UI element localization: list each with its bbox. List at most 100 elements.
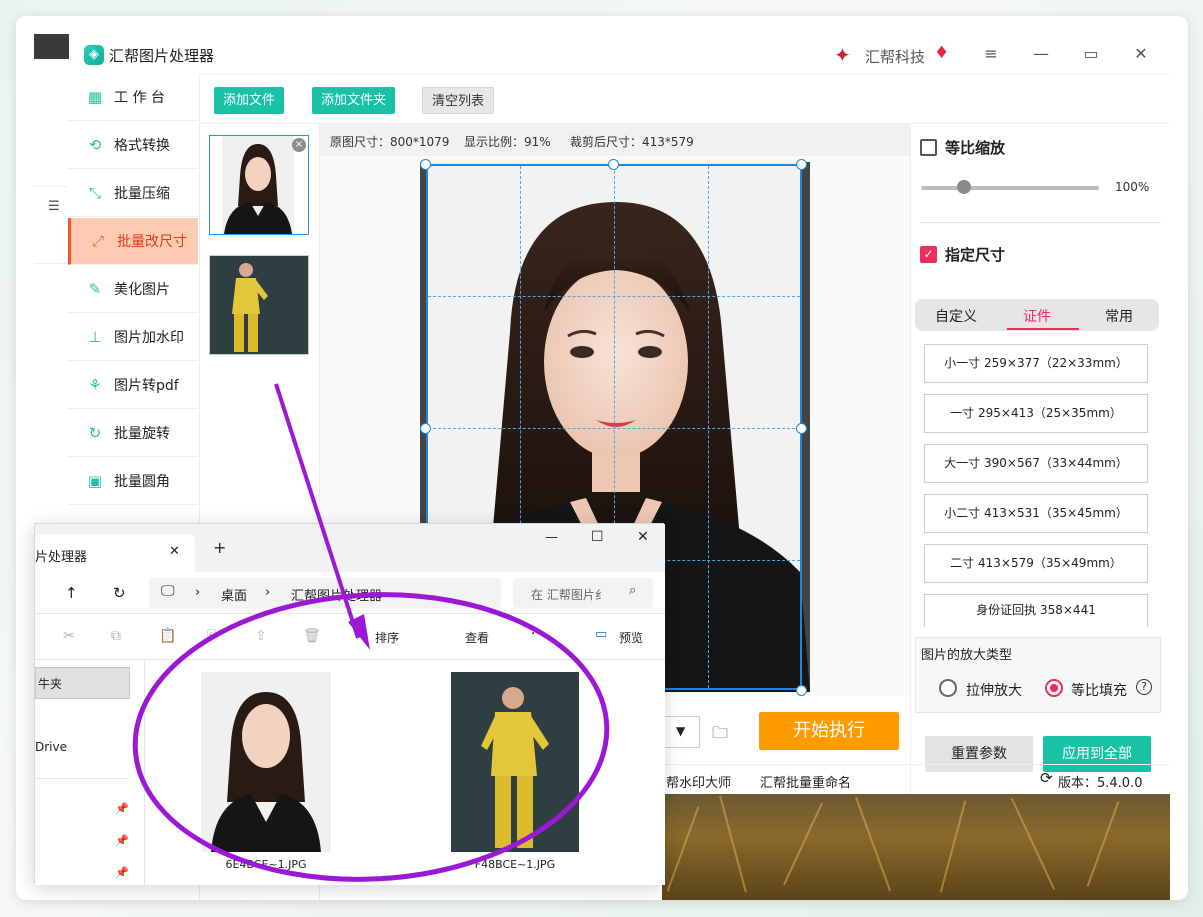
banner-image [662,794,1170,900]
tab-custom[interactable]: 自定义 [935,306,977,326]
chevron-down-icon[interactable]: ▼ [676,724,685,738]
view-button[interactable]: 查看 [465,629,489,646]
pin-icon[interactable]: 📌 [115,802,129,815]
list-icon[interactable]: ☰ [48,199,60,214]
size-option-id-receipt[interactable]: 身份证回执 358×441 [924,594,1148,627]
proportional-checkbox[interactable] [920,139,937,156]
crop-handle[interactable] [796,685,807,696]
close-button[interactable]: ✕ [1130,43,1152,65]
proportional-fill-radio[interactable] [1045,679,1063,697]
proportional-fill-label: 等比填充 [1071,683,1127,699]
file-name: F48BCE~1.JPG [474,858,556,871]
stretch-radio[interactable] [939,679,957,697]
size-option-1inch[interactable]: 一寸 295×413（25×35mm） [924,394,1148,433]
breadcrumb[interactable]: 🖵 › 桌面 › 汇帮图片处理器 [149,578,501,608]
nav-item-drive[interactable]: Drive [35,740,67,754]
explorer-file-area: 6E4BCE~1.JPG F48BCE~1.JPG [145,660,665,885]
folder-icon[interactable]: 🗀 [712,722,728,749]
clear-list-button[interactable]: 清空列表 [422,87,495,114]
pin-icon[interactable]: 📌 [115,834,129,847]
delete-icon[interactable]: 🗑 [303,628,321,644]
pin-icon[interactable]: 📌 [115,866,129,879]
minimize-button[interactable]: — [1030,43,1052,65]
share-icon[interactable]: ⇪ [255,628,267,644]
size-option-large-1inch[interactable]: 大一寸 390×567（33×44mm） [924,444,1148,483]
sidebar-item-to-pdf[interactable]: ⚘ 图片转pdf [68,362,198,409]
crop-handle[interactable] [796,159,807,170]
maximize-button[interactable]: ☐ [591,529,604,545]
file-thumbnail-portrait [201,672,331,852]
more-button[interactable]: ··· [531,626,544,642]
minimize-button[interactable]: — [545,530,558,545]
remove-thumbnail-icon[interactable]: × [292,258,306,272]
start-button[interactable]: 开始执行 [759,712,899,750]
preview-button[interactable]: 预览 [619,629,643,646]
breadcrumb-sep: › [195,585,201,600]
batch-rename-link[interactable]: 汇帮批量重命名 [760,772,851,791]
close-tab-icon[interactable]: ✕ [169,544,180,559]
up-icon[interactable]: ↑ [65,584,78,602]
new-tab-icon[interactable]: + [213,538,226,557]
explorer-tab-title: 片处理器 [35,550,88,565]
thumbnail-portrait-2[interactable]: × [209,255,309,355]
maximize-button[interactable]: ▭ [1080,43,1102,65]
crop-handle[interactable] [796,423,807,434]
menu-icon[interactable]: ≡ [980,43,1002,65]
sidebar-item-batch-compress[interactable]: ⤡ 批量压缩 [68,170,198,217]
scale-slider-track[interactable] [921,186,1099,190]
size-category-tabs: 自定义 证件 常用 [915,299,1159,331]
sidebar-item-beautify[interactable]: ✎ 美化图片 [68,266,198,313]
refresh-icon[interactable]: ⟳ [1040,769,1053,787]
crop-guide [428,428,800,429]
copy-icon[interactable]: ⧉ [111,628,121,644]
rename-icon[interactable]: ⎘ [207,628,218,644]
nav-item-label: 牛夹 [38,677,63,691]
brand-logo-icon: ✦ [834,43,851,67]
search-icon[interactable]: ⌕ [629,583,636,598]
help-icon[interactable]: ? [1136,679,1152,695]
breadcrumb-desktop[interactable]: 桌面 [221,585,247,604]
crop-handle[interactable] [608,159,619,170]
nav-item-selected[interactable]: 牛夹 [35,667,130,699]
explorer-nav-pane: 牛夹 Drive 📌 📌 📌 [35,660,145,885]
vip-icon[interactable]: ♦ [934,43,949,63]
sidebar-item-label: 批量压缩 [114,186,170,202]
paste-icon[interactable]: 📋 [159,628,176,644]
crop-guide [708,166,709,688]
file-explorer-window: 片处理器 ✕ + — ☐ ✕ ↑ ↻ 🖵 › 桌面 › 汇帮图片处理器 在 汇帮… [34,523,665,885]
cropped-size-text: 裁剪后尺寸：413*579 [570,135,694,149]
sidebar-item-watermark[interactable]: ⊥ 图片加水印 [68,314,198,361]
cut-icon[interactable]: ✂ [63,628,75,644]
sidebar-item-round-corner[interactable]: ▣ 批量圆角 [68,458,198,505]
search-input[interactable]: 在 汇帮图片纟 ⌕ [513,578,653,608]
beautify-icon: ✎ [88,280,102,298]
explorer-tab[interactable]: 片处理器 ✕ [35,534,195,572]
sidebar-item-format-convert[interactable]: ⟲ 格式转换 [68,122,198,169]
thumbnail-portrait-1[interactable]: × [209,135,309,235]
search-placeholder: 在 汇帮图片纟 [531,588,607,602]
close-button[interactable]: ✕ [637,529,649,545]
remove-thumbnail-icon[interactable]: × [292,138,306,152]
image-info-bar: 原图尺寸：800*1079 显示比例：91% 裁剪后尺寸：413*579 [320,124,910,156]
sidebar-item-batch-resize[interactable]: ⤢ 批量改尺寸 [68,218,198,265]
breadcrumb-folder[interactable]: 汇帮图片处理器 [291,585,382,604]
sidebar-item-rotate[interactable]: ↻ 批量旋转 [68,410,198,457]
size-option-small-2inch[interactable]: 小二寸 413×531（35×45mm） [924,494,1148,533]
sort-button[interactable]: 排序 [375,629,399,646]
file-item[interactable]: F48BCE~1.JPG [451,672,579,871]
size-option-small-1inch[interactable]: 小一寸 259×377（22×33mm） [924,344,1148,383]
add-folder-button[interactable]: 添加文件夹 [312,87,396,114]
sidebar-item-label: 图片加水印 [114,330,184,346]
sidebar-item-workbench[interactable]: ▦ 工 作 台 [68,74,198,121]
watermark-master-link[interactable]: 帮水印大师 [666,772,731,791]
add-file-button[interactable]: 添加文件 [214,87,285,114]
crop-handle[interactable] [420,423,431,434]
refresh-icon[interactable]: ↻ [113,584,126,602]
crop-handle[interactable] [420,159,431,170]
tab-id-photo[interactable]: 证件 [1023,306,1051,326]
scale-slider-thumb[interactable] [957,180,971,194]
tab-common[interactable]: 常用 [1105,306,1133,326]
size-option-2inch[interactable]: 二寸 413×579（35×49mm） [924,544,1148,583]
file-item[interactable]: 6E4BCE~1.JPG [201,672,331,871]
specify-size-checkbox[interactable]: ✓ [920,246,937,263]
